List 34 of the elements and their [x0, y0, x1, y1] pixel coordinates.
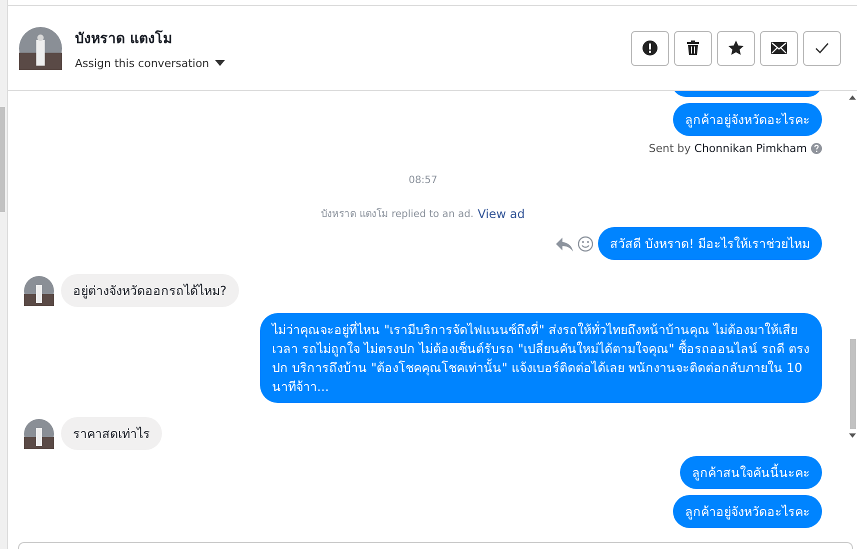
message-bubble: ลูกค้าสนใจคันนี้นะคะ: [680, 456, 822, 489]
contact-name: บังหราด แตงโม: [75, 29, 173, 48]
reply-icon[interactable]: [556, 236, 574, 252]
scrollbar-thumb[interactable]: [0, 107, 5, 212]
caret-icon: [215, 60, 226, 66]
help-icon[interactable]: [811, 143, 822, 154]
trash-icon: [685, 40, 701, 56]
exclamation-icon: [642, 40, 658, 56]
avatar-icon: [19, 26, 62, 70]
spam-button[interactable]: [631, 30, 669, 66]
scroll-down-icon[interactable]: [849, 433, 856, 438]
sent-by-label: Sent by Chonnikan Pimkham: [648, 142, 807, 155]
message-bubble: สวัสดี บังหราด! มีอะไรให้เราช่วยไหม: [598, 227, 822, 260]
timestamp: 08:57: [408, 175, 438, 186]
notice-text: บังหราด แตงโม replied to an ad.: [321, 207, 474, 221]
assign-dropdown[interactable]: Assign this conversation: [75, 56, 226, 70]
avatar-icon: [24, 276, 54, 306]
message-bubble: ลูกค้าอยู่จังหวัดอะไรคะ: [673, 103, 822, 136]
message-bubble: อยู่ต่างจังหวัดออกรถได้ไหม?: [61, 274, 239, 307]
message-input[interactable]: [18, 542, 853, 549]
message-bubble: ไม่ว่าคุณจะอยู่ที่ไหน "เรามีบริการจัดไฟแนนซ์ถึงที่" ส่งรถให้ทั่วไทยถึงหน้าบ้านคุณ ไม่ต้องมาให้เสียเวลา รถไม่ถูกใจ ไม่ตรงปก ไม่ต้องเซ็นต์รับรถ "เปลี่ยนคันใหม่ได้ตามใจคุณ" ซื้อรถออนไลน์ รถดี ตรงปก บริการถึงบ้าน "ต้องโชคคุณโชคเท่านั้น" แจ้งเบอร์ติดต่อได้เลย พนักงานจะติดต่อกลับภายใน 10 นาทีจ้าา...: [260, 313, 822, 403]
mail-button[interactable]: [760, 30, 798, 66]
message-bubble: ราคาสดเท่าไร: [61, 417, 162, 450]
scroll-up-icon[interactable]: [849, 95, 856, 100]
message-bubble: ลูกค้าอยู่จังหวัดอะไรคะ: [673, 495, 822, 528]
star-button[interactable]: [717, 30, 755, 66]
emoji-icon[interactable]: [577, 236, 594, 252]
view-ad-link[interactable]: View ad: [478, 206, 525, 220]
avatar-icon: [24, 418, 54, 448]
scrollbar-thumb[interactable]: [850, 339, 856, 429]
delete-button[interactable]: [674, 30, 712, 66]
envelope-icon: [771, 40, 787, 56]
done-button[interactable]: [803, 30, 841, 66]
star-icon: [728, 40, 744, 56]
